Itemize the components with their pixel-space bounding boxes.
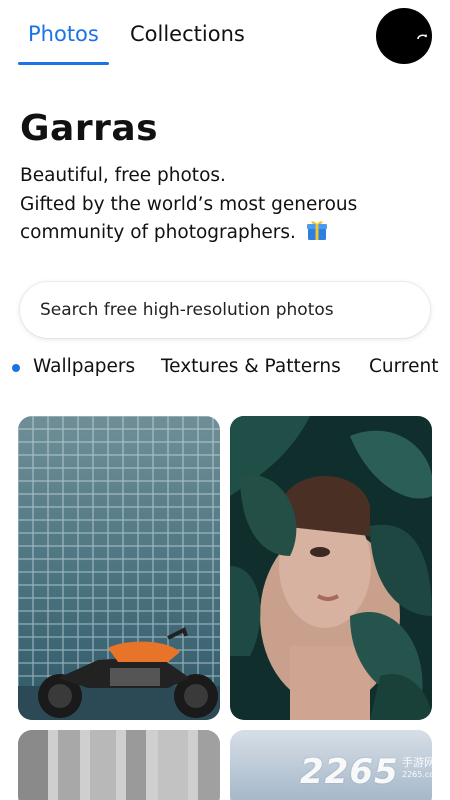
- watermark-cn: 手游网: [402, 756, 435, 769]
- topic-textures-patterns[interactable]: Textures & Patterns: [161, 356, 341, 377]
- search-bar: [20, 282, 430, 338]
- hero-subtitle: Beautiful, free photos. Gifted by the wo…: [20, 162, 440, 251]
- topic-indicator-dot: [12, 364, 20, 372]
- photo-portrait-leaves[interactable]: [230, 416, 432, 720]
- tab-collections[interactable]: Collections: [130, 22, 245, 46]
- search-input[interactable]: [40, 300, 430, 320]
- active-tab-indicator: [18, 62, 109, 65]
- profile-avatar-button[interactable]: [376, 8, 432, 64]
- topic-current[interactable]: Current: [369, 356, 438, 377]
- hero-line-3-row: community of photographers.: [20, 219, 440, 251]
- topic-chips: Wallpapers Textures & Patterns Current: [0, 352, 450, 384]
- watermark-brand: 2265: [300, 752, 399, 792]
- hero-line-2: Gifted by the world’s most generous: [20, 193, 358, 215]
- page-title: Garras: [20, 108, 159, 149]
- watermark-logo: 2265 手游网 2265.com: [300, 752, 450, 792]
- gift-icon: [306, 219, 328, 251]
- photo-motorcycle[interactable]: [18, 416, 220, 720]
- hero-line-3: community of photographers.: [20, 222, 296, 243]
- photo-building[interactable]: [18, 730, 220, 800]
- topic-wallpapers[interactable]: Wallpapers: [33, 356, 135, 377]
- refresh-icon: [417, 34, 427, 40]
- hero-line-1: Beautiful, free photos.: [20, 165, 226, 186]
- tab-photos[interactable]: Photos: [28, 22, 99, 46]
- watermark-url: 2265.com: [402, 770, 442, 779]
